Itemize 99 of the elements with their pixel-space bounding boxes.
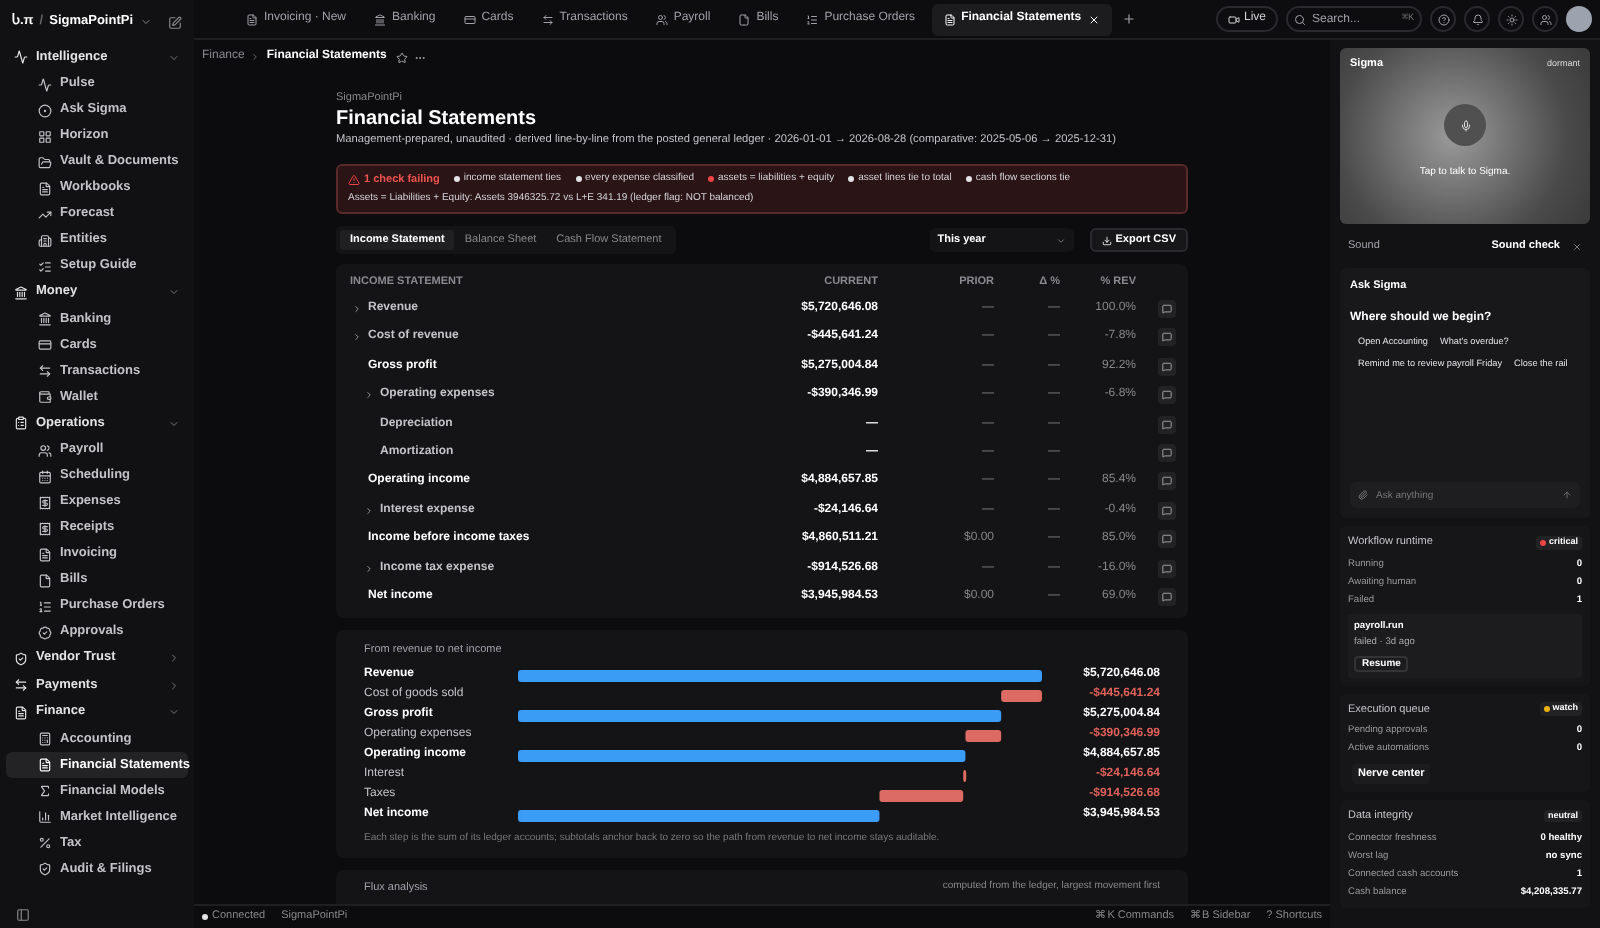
comment-button[interactable] [1158, 386, 1176, 405]
comment-button[interactable] [1158, 587, 1176, 606]
sidebar-toggle-icon[interactable] [16, 907, 30, 921]
send-icon[interactable] [1562, 490, 1572, 500]
file-icon [738, 13, 751, 25]
target-icon [38, 103, 52, 117]
add-tab-icon[interactable] [1121, 12, 1136, 26]
bank-icon [374, 13, 387, 25]
comment-icon [1162, 304, 1172, 315]
comment-button[interactable] [1158, 444, 1176, 463]
comment-icon [1162, 332, 1172, 343]
file-icon [38, 573, 52, 587]
comment-icon [1162, 361, 1172, 372]
chevron-down-icon [168, 417, 180, 430]
card-icon [463, 13, 476, 25]
microphone-icon [1459, 119, 1471, 132]
comment-button[interactable] [1158, 559, 1176, 578]
card-icon [38, 338, 52, 352]
waterfall-bar [1001, 689, 1042, 702]
chevron-right-icon[interactable] [352, 332, 362, 343]
search-icon [1294, 13, 1306, 25]
waterfall-bar [879, 789, 964, 802]
comment-button[interactable] [1158, 328, 1176, 347]
document-icon [246, 13, 258, 25]
comment-icon [1162, 390, 1172, 401]
comment-icon [1162, 563, 1172, 574]
grid-icon [38, 129, 52, 143]
receipt-icon [38, 495, 52, 509]
arrows-icon [541, 13, 554, 25]
warning-icon [348, 173, 360, 186]
compose-icon [168, 15, 182, 29]
chevron-right-icon [168, 679, 180, 692]
wallet-icon [38, 390, 52, 404]
arrows-icon [38, 364, 52, 378]
video-icon [1227, 13, 1240, 25]
calculator-icon [38, 732, 52, 746]
download-icon [1101, 235, 1112, 246]
list-icon [806, 13, 819, 25]
people-icon [38, 443, 52, 457]
chevron-down-icon [168, 706, 180, 719]
bell-icon [1471, 13, 1483, 25]
star-icon[interactable] [396, 51, 409, 63]
chevron-right-icon[interactable] [364, 505, 374, 516]
comment-button[interactable] [1158, 300, 1176, 319]
document-icon [38, 181, 52, 195]
bank-icon [14, 285, 28, 300]
bar-chart-icon [38, 810, 52, 824]
caret-icon [1055, 235, 1066, 246]
chevron-right-icon[interactable] [352, 304, 362, 315]
clipboard-icon [14, 416, 28, 431]
sigma-icon [38, 784, 52, 798]
chevron-down-icon [168, 286, 180, 299]
comment-button[interactable] [1158, 415, 1176, 434]
document-icon [38, 547, 52, 561]
list-icon [38, 599, 52, 613]
people-button[interactable] [1532, 6, 1558, 32]
sun-button[interactable] [1498, 6, 1524, 32]
calendar-icon [38, 469, 52, 483]
shield-icon [38, 862, 52, 876]
document-icon [38, 758, 52, 772]
avatar[interactable] [1566, 6, 1592, 32]
chevron-down-icon [168, 51, 180, 64]
document-icon [943, 13, 956, 25]
sun-icon [1505, 13, 1517, 25]
comment-icon [1162, 505, 1172, 516]
arrows-icon [14, 678, 28, 693]
comment-button[interactable] [1158, 530, 1176, 549]
microphone-button[interactable] [1444, 104, 1486, 147]
comment-button[interactable] [1158, 472, 1176, 491]
help-icon [1437, 13, 1449, 25]
chevron-right-icon [168, 652, 180, 665]
trend-icon [38, 207, 52, 221]
waterfall-bar [965, 729, 1002, 742]
bank-icon [38, 312, 52, 326]
receipt-icon [38, 521, 52, 535]
percent-icon [38, 836, 52, 850]
paperclip-icon[interactable] [1358, 490, 1368, 500]
caret-icon [139, 16, 152, 28]
page-title: Financial Statements [336, 106, 539, 133]
checklist-icon [38, 259, 52, 273]
bell-button[interactable] [1464, 6, 1490, 32]
people-icon [655, 13, 668, 25]
comment-button[interactable] [1158, 357, 1176, 376]
comment-button[interactable] [1158, 501, 1176, 520]
comment-icon [1162, 534, 1172, 545]
document-icon [14, 705, 28, 720]
comment-icon [1162, 591, 1172, 602]
folder-icon [38, 155, 52, 169]
chevron-right-icon[interactable] [364, 390, 374, 401]
comment-icon [1162, 448, 1172, 459]
comment-icon [1162, 419, 1172, 430]
badge-check-icon [38, 625, 52, 639]
comment-icon [1162, 476, 1172, 487]
chevron-right-icon[interactable] [364, 563, 374, 574]
chevron-right-icon [250, 52, 261, 62]
people-icon [1539, 13, 1551, 25]
help-button[interactable] [1430, 6, 1456, 32]
shield-icon [14, 651, 28, 666]
building-icon [38, 233, 52, 247]
